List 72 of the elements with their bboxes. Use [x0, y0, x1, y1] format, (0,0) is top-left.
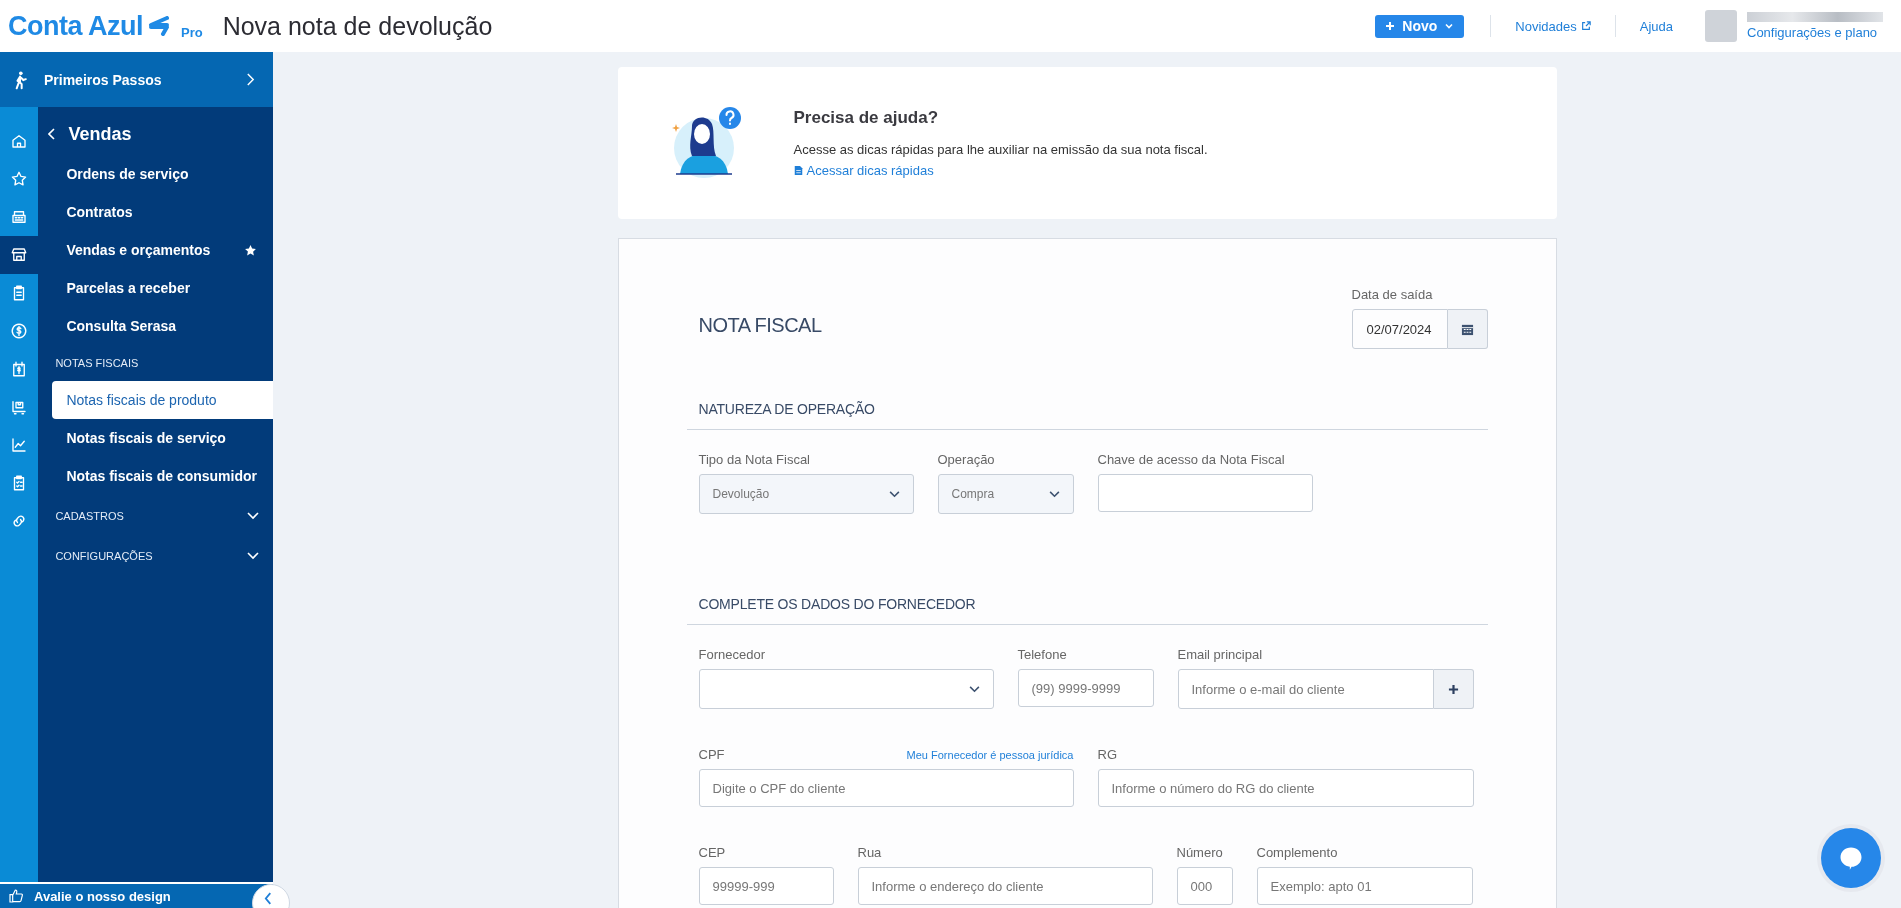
menu-item[interactable]: Consulta Serasa — [52, 307, 273, 345]
input-field[interactable]: 99999-999 — [698, 867, 834, 905]
input-field[interactable]: Exemplo: apto 01 — [1256, 867, 1473, 905]
input-field[interactable]: 000 — [1176, 867, 1233, 905]
menu-item[interactable]: Notas fiscais de consumidor — [52, 457, 273, 495]
section-title: NATUREZA DE OPERAÇÃO — [686, 401, 1488, 430]
field-label: RG — [1097, 747, 1117, 762]
section-title: COMPLETE OS DADOS DO FORNECEDOR — [686, 596, 1488, 625]
account-settings-link[interactable]: Configurações e plano — [1747, 25, 1883, 40]
input-field[interactable]: Digite o CPF do cliente — [698, 769, 1074, 807]
add-button[interactable] — [1433, 669, 1474, 709]
quick-tips-link[interactable]: Acessar dicas rápidas — [793, 163, 1208, 178]
select-field[interactable] — [698, 669, 994, 709]
menu-item[interactable]: Contratos — [52, 193, 273, 231]
plan-label: Pro — [181, 24, 203, 40]
menu-group-heading: NOTAS FISCAIS — [54, 356, 140, 371]
chevron-left-icon — [263, 891, 273, 905]
calendar-icon — [1460, 322, 1474, 336]
field-label: Fornecedor — [698, 647, 765, 662]
plus-icon — [1385, 21, 1396, 31]
date-field[interactable]: 02/07/2024 — [1351, 309, 1448, 349]
star-icon[interactable] — [244, 243, 257, 257]
menu-item[interactable]: Notas fiscais de produto — [52, 381, 273, 419]
input-field[interactable]: (99) 9999-9999 — [1017, 669, 1154, 707]
field-label: Rua — [857, 845, 882, 860]
menu-item[interactable]: Notas fiscais de serviço — [52, 419, 273, 457]
input-field[interactable]: Informe o número do RG do cliente — [1097, 769, 1474, 807]
menu-item[interactable]: Parcelas a receber — [52, 269, 273, 307]
help-title: Precisa de ajuda? — [793, 108, 940, 128]
header-link[interactable]: Ajuda — [1615, 18, 1697, 34]
field-label: Operação — [937, 452, 995, 467]
input-field[interactable] — [1097, 474, 1313, 512]
collapsible-menu-group[interactable]: CADASTROS — [38, 497, 273, 535]
thumbs-up-icon — [8, 888, 24, 904]
collapsible-menu-group[interactable]: CONFIGURAÇÕES — [38, 537, 273, 575]
chevron-down-icon — [888, 490, 900, 498]
field-label: CPF — [698, 747, 725, 762]
getting-started-item[interactable]: Primeiros Passos — [0, 52, 273, 107]
plus-icon — [1447, 683, 1459, 695]
help-description: Acesse as dicas rápidas para lhe auxiliar na emissão da sua nota fiscal. — [793, 142, 1208, 157]
field-label: CEP — [698, 845, 726, 860]
field-label: Telefone — [1017, 647, 1067, 662]
feedback-button[interactable]: Avalie o nosso design — [0, 882, 273, 908]
menu-item[interactable]: Ordens de serviço — [52, 155, 273, 193]
chevron-down-icon — [968, 685, 980, 693]
field-label: Complemento — [1256, 845, 1338, 860]
field-label: Tipo da Nota Fiscal — [698, 452, 810, 467]
menu-title: Vendas — [68, 123, 132, 145]
back-icon[interactable] — [48, 128, 57, 140]
field-label: Email principal — [1177, 647, 1263, 662]
menu-item[interactable]: Vendas e orçamentos — [52, 231, 273, 269]
field-label: Número — [1176, 845, 1223, 860]
field-label: Data de saída — [1351, 287, 1434, 302]
chevron-down-icon — [1048, 490, 1060, 498]
logo-mark-icon — [147, 15, 169, 36]
new-button[interactable]: Novo — [1375, 14, 1465, 38]
chat-button[interactable] — [1821, 828, 1881, 888]
chevron-down-icon — [247, 512, 259, 520]
page-title: Nova nota de devolução — [222, 11, 493, 41]
input-field[interactable]: Informe o endereço do cliente — [857, 867, 1153, 905]
form-title: NOTA FISCAL — [698, 314, 822, 337]
chevron-right-icon — [246, 73, 255, 86]
calendar-button[interactable] — [1447, 309, 1488, 349]
chevron-down-icon — [247, 552, 259, 560]
rail-nav-icon[interactable] — [0, 236, 39, 274]
field-label: Chave de acesso da Nota Fiscal — [1097, 452, 1285, 467]
legal-entity-link[interactable]: Meu Fornecedor é pessoa jurídica — [906, 749, 1074, 761]
input-field[interactable]: Informe o e-mail do cliente — [1177, 669, 1434, 709]
logo-text: Conta Azul — [8, 10, 143, 42]
caret-icon — [1444, 21, 1455, 31]
header-link[interactable]: Novidades — [1491, 18, 1615, 34]
document-icon — [793, 165, 803, 176]
